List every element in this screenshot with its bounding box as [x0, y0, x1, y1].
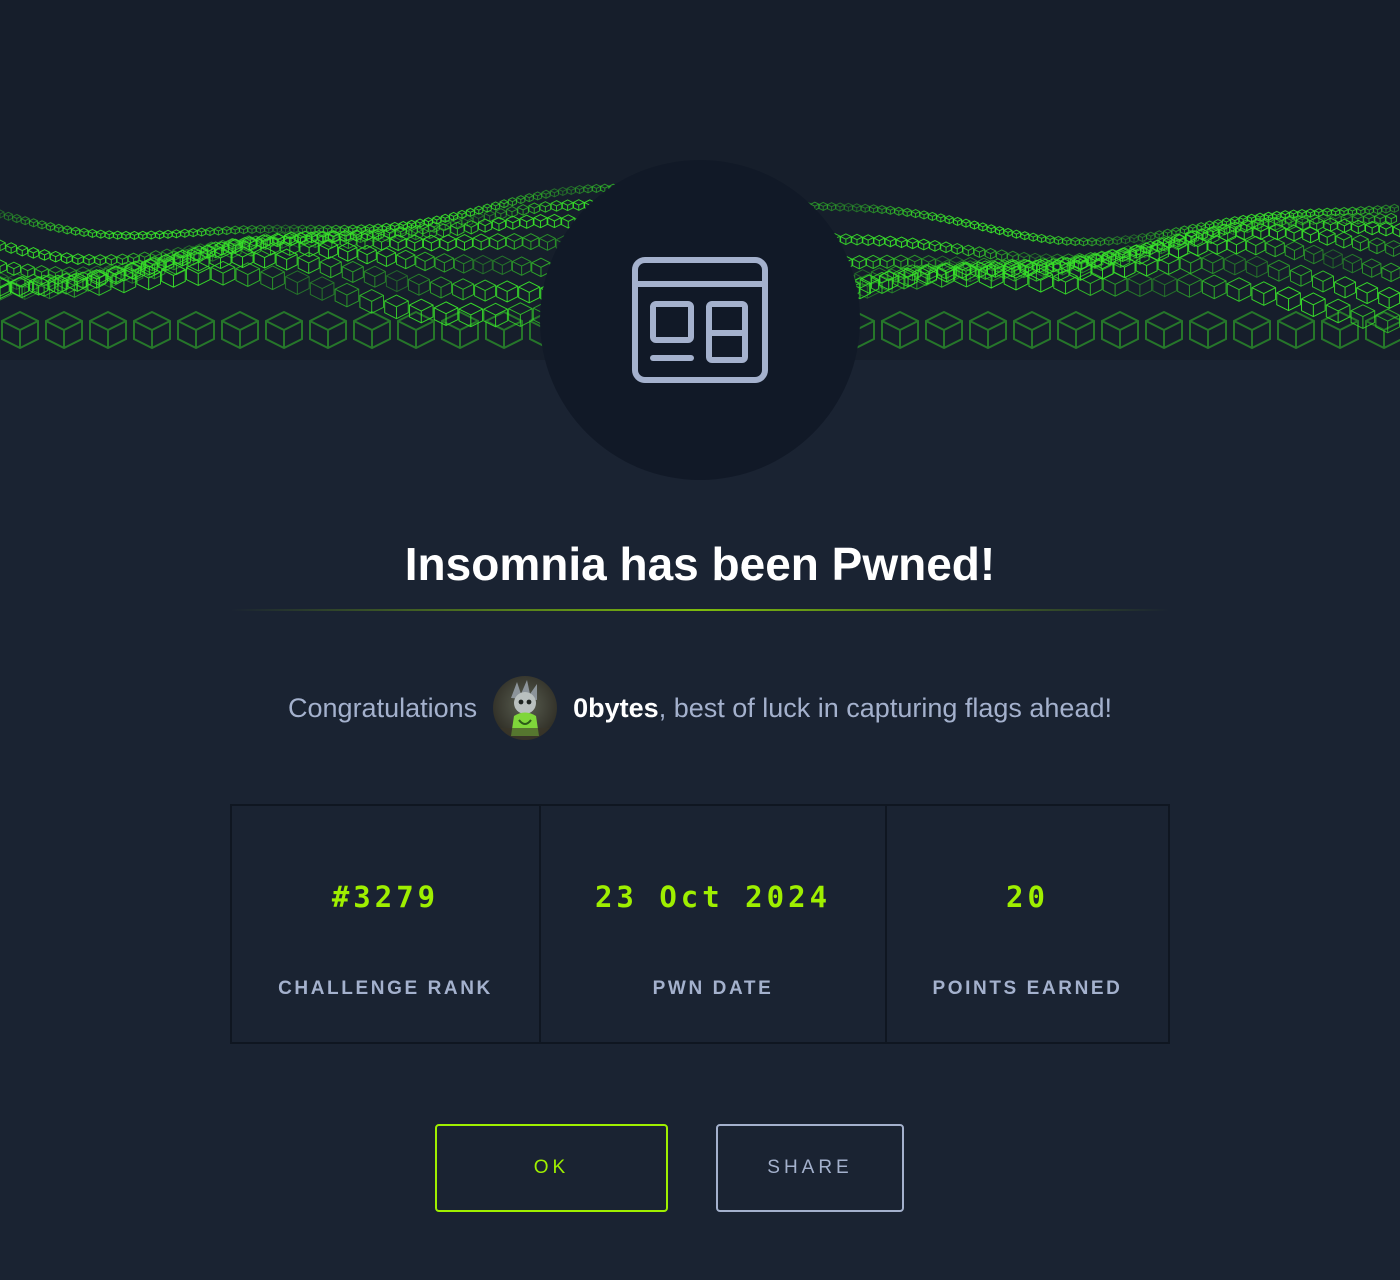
username: 0bytes — [573, 692, 659, 723]
stat-value: #3279 — [331, 880, 440, 914]
congrats-prefix: Congratulations — [288, 692, 478, 723]
stat-challenge-rank: #3279 CHALLENGE RANK — [232, 806, 539, 1042]
congrats-suffix: , best of luck in capturing flags ahead! — [658, 692, 1112, 723]
avatar — [493, 676, 558, 740]
stat-value: 23 Oct 2024 — [594, 880, 832, 914]
ok-button[interactable]: OK — [435, 1124, 668, 1212]
web-layout-icon — [632, 257, 768, 383]
stat-label: POINTS EARNED — [932, 978, 1123, 999]
user-avatar-image — [493, 676, 558, 740]
stat-points-earned: 20 POINTS EARNED — [885, 806, 1168, 1042]
share-button[interactable]: SHARE — [716, 1124, 904, 1212]
challenge-badge — [540, 160, 860, 480]
stats-panel: #3279 CHALLENGE RANK 23 Oct 2024 PWN DAT… — [230, 804, 1170, 1044]
stat-pwn-date: 23 Oct 2024 PWN DATE — [539, 806, 885, 1042]
title-divider — [230, 609, 1170, 611]
stat-value: 20 — [1006, 880, 1049, 914]
stat-label: PWN DATE — [652, 978, 774, 999]
stat-label: CHALLENGE RANK — [278, 978, 493, 999]
page-title: Insomnia has been Pwned! — [404, 538, 996, 590]
congratulations-message: Congratulations 0bytes , best of luck in… — [0, 676, 1400, 740]
